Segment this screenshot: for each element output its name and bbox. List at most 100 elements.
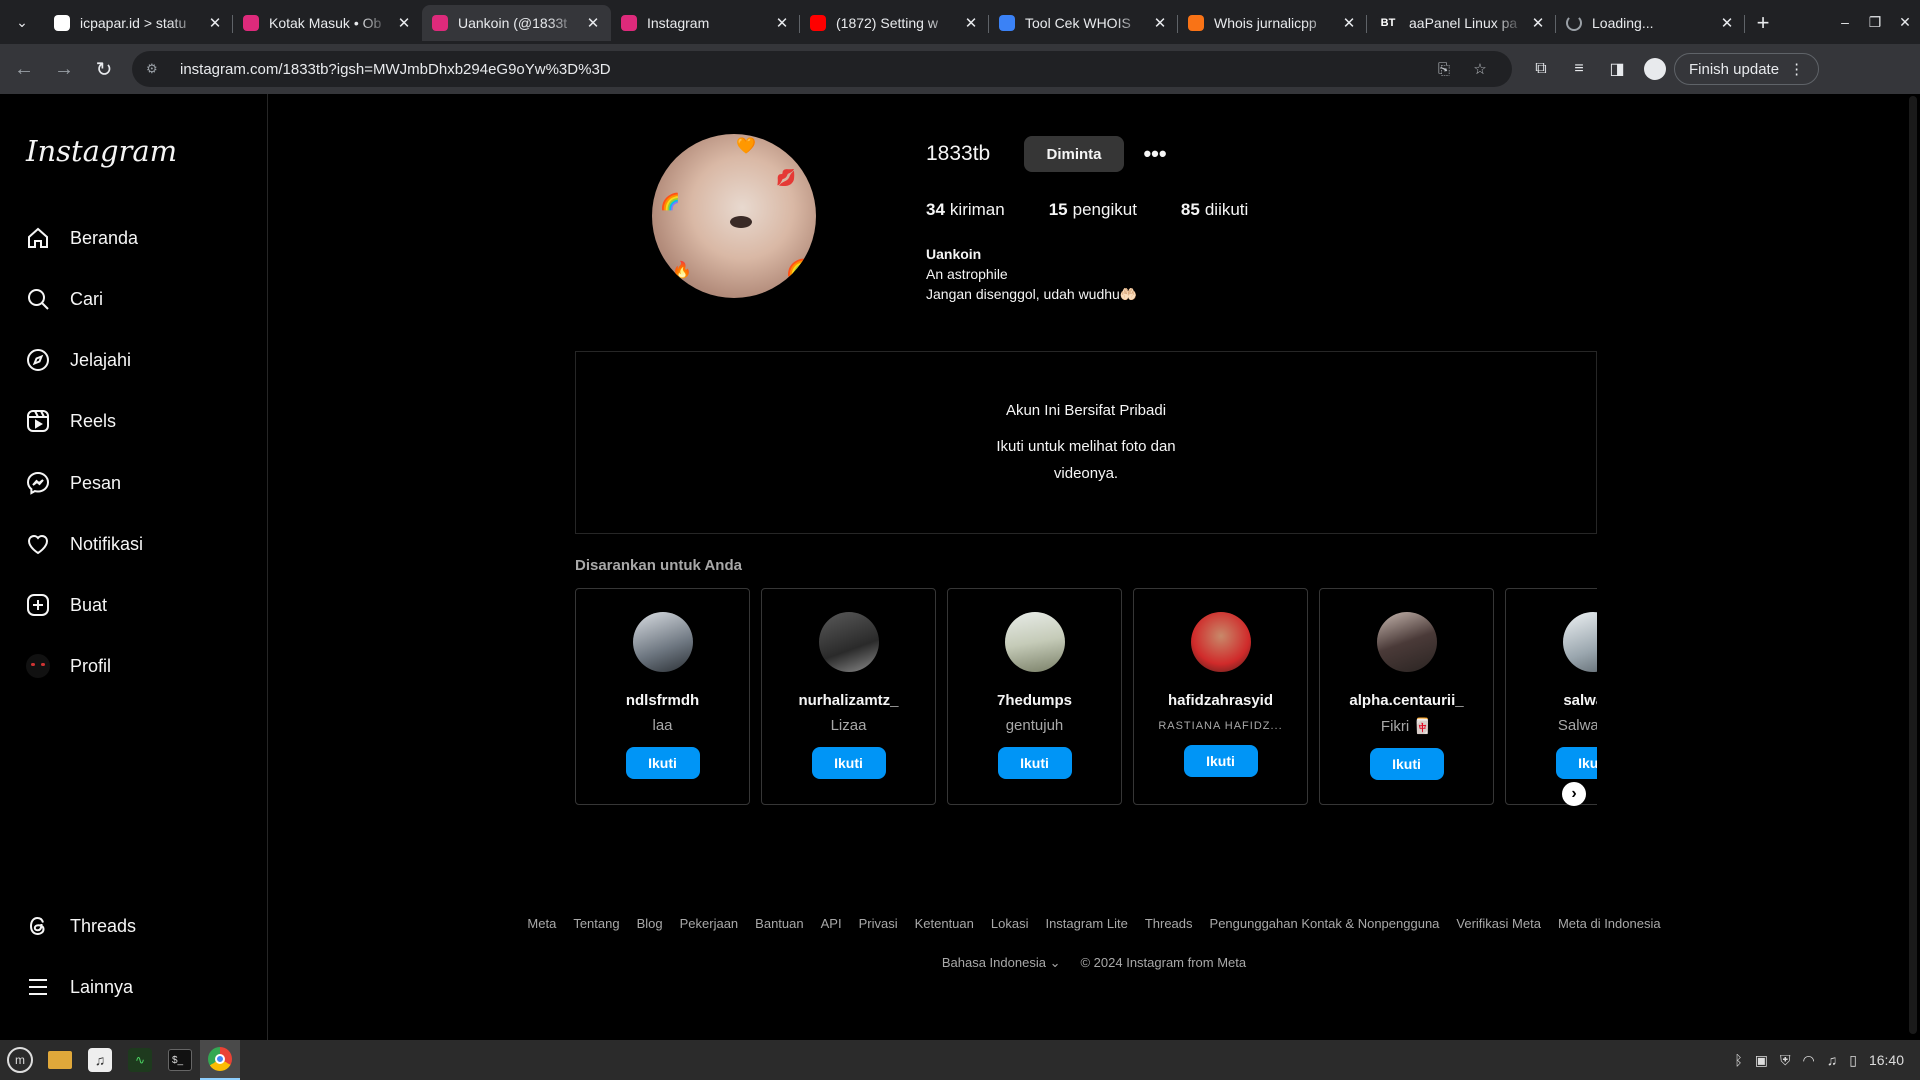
start-menu-icon[interactable]: m — [0, 1040, 40, 1080]
file-manager-icon[interactable] — [40, 1040, 80, 1080]
followers-count[interactable]: 15 pengikut — [1049, 200, 1137, 220]
browser-tab[interactable]: Uankoin (@1833t ✕ — [422, 5, 611, 41]
site-info-icon[interactable]: ⚙ — [146, 61, 164, 77]
carousel-next-icon[interactable]: › — [1562, 782, 1586, 806]
footer-link[interactable]: Bantuan — [755, 916, 803, 931]
tab-search-button[interactable]: ⌄ — [0, 0, 44, 44]
browser-tab[interactable]: Tool Cek WHOIS ✕ — [989, 5, 1178, 41]
tab-close-icon[interactable]: ✕ — [396, 14, 412, 32]
suggestion-username[interactable]: ndlsfrmdh — [576, 692, 749, 709]
footer-link[interactable]: Lokasi — [991, 916, 1029, 931]
footer-link[interactable]: Instagram Lite — [1045, 916, 1127, 931]
suggestion-username[interactable]: hafidzahrasyid — [1134, 692, 1307, 709]
chrome-icon[interactable] — [200, 1040, 240, 1080]
follow-button[interactable]: Ikuti — [1369, 748, 1444, 780]
suggestion-avatar[interactable] — [632, 612, 693, 672]
shield-icon[interactable]: ⛨ — [1780, 1052, 1791, 1069]
tab-close-icon[interactable]: ✕ — [207, 14, 223, 32]
sidebar-item-notifikasi[interactable]: Notifikasi — [16, 520, 256, 568]
footer-link[interactable]: API — [821, 916, 842, 931]
clock[interactable]: 16:40 — [1869, 1052, 1904, 1068]
footer-link[interactable]: Ketentuan — [915, 916, 974, 931]
footer-link[interactable]: Verifikasi Meta — [1456, 916, 1541, 931]
system-monitor-icon[interactable]: ∿ — [120, 1040, 160, 1080]
audio-icon[interactable]: ♫ — [1827, 1052, 1838, 1068]
bluetooth-icon[interactable]: ᛒ — [1734, 1052, 1742, 1068]
browser-tab[interactable]: icpapar.id > statu ✕ — [44, 5, 233, 41]
browser-tab[interactable]: Instagram ✕ — [611, 5, 800, 41]
sidebar-item-lainnya[interactable]: Lainnya — [16, 963, 256, 1011]
url-text[interactable]: instagram.com/1833tb?igsh=MWJmbDhxb294eG… — [180, 61, 1426, 78]
tab-close-icon[interactable]: ✕ — [1341, 14, 1357, 32]
more-options-button[interactable]: ••• — [1140, 136, 1170, 172]
wifi-icon[interactable]: ◠ — [1803, 1052, 1815, 1069]
extensions-icon[interactable]: ⧉ — [1522, 60, 1560, 78]
suggestion-avatar[interactable] — [1004, 612, 1065, 672]
tab-close-icon[interactable]: ✕ — [774, 14, 790, 32]
back-button[interactable]: ← — [4, 49, 44, 89]
page-scrollbar[interactable] — [1906, 94, 1920, 1040]
footer-link[interactable]: Pekerjaan — [680, 916, 739, 931]
minimize-icon[interactable]: – — [1830, 0, 1860, 44]
follow-button[interactable]: Ikuti — [625, 747, 700, 779]
browser-tab[interactable]: Whois jurnalicpp ✕ — [1178, 5, 1367, 41]
address-bar[interactable]: ⚙ instagram.com/1833tb?igsh=MWJmbDhxb294… — [132, 51, 1512, 87]
finish-update-button[interactable]: Finish update ⋮ — [1674, 53, 1820, 85]
sidebar-item-cari[interactable]: Cari — [16, 275, 256, 323]
suggestion-username[interactable]: alpha.centaurii_ — [1320, 692, 1493, 709]
tab-close-icon[interactable]: ✕ — [585, 14, 601, 32]
footer-link[interactable]: Pengunggahan Kontak & Nonpengguna — [1210, 916, 1440, 931]
suggestion-avatar[interactable] — [818, 612, 879, 672]
sidebar-item-profil[interactable]: Profil — [16, 642, 256, 690]
follow-button[interactable]: Ikuti — [1183, 745, 1258, 777]
follow-button[interactable]: Ikuti — [997, 747, 1072, 779]
suggestion-username[interactable]: 7hedumps — [948, 692, 1121, 709]
suggestion-avatar[interactable] — [1562, 612, 1597, 672]
battery-icon[interactable]: ▯ — [1849, 1052, 1857, 1069]
media-queue-icon[interactable]: ≡ — [1560, 60, 1598, 78]
tab-close-icon[interactable]: ✕ — [1530, 14, 1546, 32]
sidebar-item-threads[interactable]: Threads — [16, 902, 256, 950]
clipboard-icon[interactable]: ▣ — [1755, 1052, 1768, 1069]
browser-profile-avatar[interactable] — [1644, 58, 1666, 80]
suggestion-avatar[interactable] — [1376, 612, 1437, 672]
tab-close-icon[interactable]: ✕ — [963, 14, 979, 32]
close-window-icon[interactable]: ✕ — [1890, 0, 1920, 44]
following-count[interactable]: 85 diikuti — [1181, 200, 1248, 220]
browser-tab[interactable]: Loading... ✕ — [1556, 5, 1745, 41]
suggestion-username[interactable]: nurhalizamtz_ — [762, 692, 935, 709]
suggestion-card[interactable]: salwana Salwa Mal Ikuti — [1505, 588, 1597, 805]
bookmark-star-icon[interactable]: ☆ — [1462, 60, 1498, 78]
sidebar-item-reels[interactable]: Reels — [16, 397, 256, 445]
browser-tab[interactable]: Kotak Masuk • Ob ✕ — [233, 5, 422, 41]
new-tab-button[interactable]: + — [1745, 5, 1781, 41]
suggestion-card[interactable]: ndlsfrmdh laa Ikuti — [575, 588, 750, 805]
follow-button[interactable]: Ikuti — [1555, 747, 1597, 779]
side-panel-icon[interactable]: ◨ — [1598, 59, 1636, 79]
reload-button[interactable]: ↻ — [84, 49, 124, 89]
tab-close-icon[interactable]: ✕ — [1719, 14, 1735, 32]
sidebar-item-pesan[interactable]: Pesan — [16, 459, 256, 507]
footer-link[interactable]: Tentang — [573, 916, 619, 931]
instagram-logo[interactable]: Instagram — [26, 134, 177, 168]
music-app-icon[interactable]: ♫ — [80, 1040, 120, 1080]
browser-tab[interactable]: BT aaPanel Linux pa ✕ — [1367, 5, 1556, 41]
footer-link[interactable]: Blog — [637, 916, 663, 931]
profile-avatar[interactable]: 🧡 🌈 💋 🌈 🔥 — [652, 134, 816, 298]
footer-link[interactable]: Privasi — [859, 916, 898, 931]
suggestion-avatar[interactable] — [1190, 612, 1251, 672]
follow-button[interactable]: Ikuti — [811, 747, 886, 779]
terminal-icon[interactable]: $_ — [160, 1040, 200, 1080]
footer-link[interactable]: Threads — [1145, 916, 1193, 931]
language-selector[interactable]: Bahasa Indonesia ⌄ — [942, 955, 1061, 971]
sidebar-item-buat[interactable]: Buat — [16, 581, 256, 629]
browser-tab[interactable]: (1872) Setting w ✕ — [800, 5, 989, 41]
tab-close-icon[interactable]: ✕ — [1152, 14, 1168, 32]
sidebar-item-jelajahi[interactable]: Jelajahi — [16, 336, 256, 384]
suggestion-card[interactable]: nurhalizamtz_ Lizaa Ikuti — [761, 588, 936, 805]
footer-link[interactable]: Meta — [527, 916, 556, 931]
suggestion-card[interactable]: 7hedumps gentujuh Ikuti — [947, 588, 1122, 805]
maximize-icon[interactable]: ❐ — [1860, 0, 1890, 44]
suggestion-card[interactable]: hafidzahrasyid RASTIANA HAFIDZ... Ikuti — [1133, 588, 1308, 805]
scrollbar-thumb[interactable] — [1909, 96, 1917, 1034]
